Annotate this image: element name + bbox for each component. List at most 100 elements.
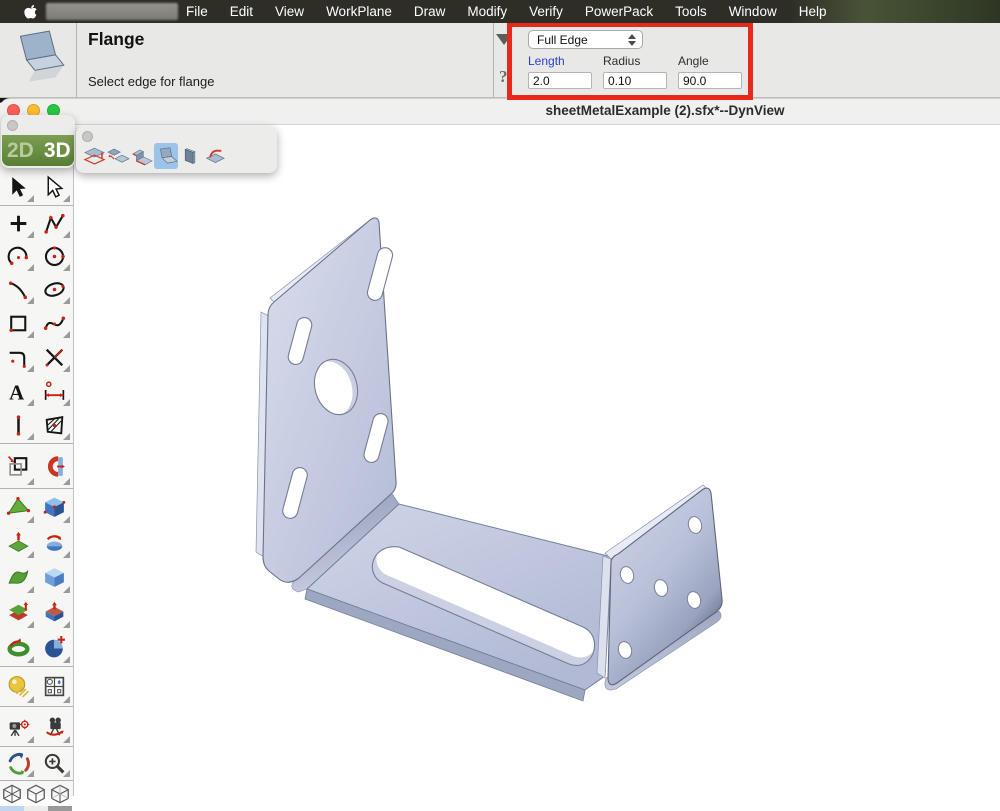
param-input-length[interactable] [528,72,592,89]
surface-icon [6,565,31,590]
sheetmetal-tool-base-tab[interactable] [106,143,130,169]
tool-panes[interactable] [36,668,72,705]
tool-orbit[interactable] [0,748,36,779]
menu-items: File Edit View WorkPlane Draw Modify Verify Pow… [186,0,826,23]
sheetmetal-tool-wall[interactable] [178,143,202,169]
toolbar-row [0,240,73,273]
sm-jog-icon [131,146,154,167]
tool-dimension[interactable] [36,374,72,408]
menu-item-draw[interactable]: Draw [414,4,446,19]
tool-cursor-open[interactable] [36,171,72,204]
toolbar-row [0,408,73,442]
tool-torus[interactable] [0,630,36,665]
toolbar-row [0,525,73,560]
tool-camera[interactable] [0,708,36,745]
tool-wire-cube[interactable] [24,782,48,806]
menu-item-verify[interactable]: Verify [529,4,563,19]
edge-mode-select[interactable]: Full Edge [528,30,643,49]
mode-palette: 2D 3D [1,115,75,168]
tool-polyline[interactable] [36,207,72,240]
tool-wire-mixed[interactable] [48,782,72,806]
toolbar-divider [0,780,73,781]
palette-close-icon[interactable] [7,120,18,131]
tool-header-strip: Flange Select edge for flange ? [0,23,1000,98]
plane-icon [6,495,31,520]
sheetmetal-tool-bend[interactable] [202,143,226,169]
tool-sphere[interactable] [0,668,36,705]
tool-rect[interactable] [0,306,36,340]
sheetmetal-palette [76,126,277,173]
menu-item-workplane[interactable]: WorkPlane [326,4,392,19]
tool-zoom[interactable] [36,748,72,779]
tool-wedge[interactable] [36,595,72,630]
sm-flange-icon [155,146,178,167]
toolbar-row [0,490,73,525]
viewport-canvas[interactable] [0,124,1000,796]
menu-item-window[interactable]: Window [729,4,777,19]
menu-item-powerpack[interactable]: PowerPack [585,4,653,19]
tool-offset[interactable] [0,445,36,487]
curve-icon [6,277,31,302]
mode-2d-button[interactable]: 2D [7,139,34,163]
menu-item-help[interactable]: Help [799,4,827,19]
sheetmetal-tool-flange[interactable] [154,143,178,169]
camera-icon [6,714,31,739]
tool-curve[interactable] [0,273,36,306]
palette-close-icon[interactable] [82,131,93,142]
menu-item-modify[interactable]: Modify [467,4,507,19]
param-label-length: Length [528,54,598,68]
menu-item-view[interactable]: View [275,4,304,19]
menu-item-file[interactable]: File [186,4,208,19]
tool-corner[interactable] [0,340,36,374]
wedge-icon [42,600,67,625]
tool-clipped[interactable] [24,806,48,811]
param-field-length: Length [528,54,598,90]
tool-cube-light[interactable] [36,560,72,595]
tool-ellipse[interactable] [36,273,72,306]
divider [493,23,494,97]
toolbar-row [0,445,73,487]
tool-text[interactable] [0,374,36,408]
tool-circle[interactable] [36,240,72,273]
sm-flat-icon [83,146,106,167]
tool-spline[interactable] [36,306,72,340]
flange-params-highlight: Full Edge LengthRadiusAngle [507,22,753,100]
tool-cube[interactable] [36,490,72,525]
tool-point[interactable] [0,207,36,240]
sheetmetal-tool-jog[interactable] [130,143,154,169]
sm-wall-icon [179,146,202,167]
tool-cross[interactable] [36,340,72,374]
toolbar-row [0,595,73,630]
tool-movie[interactable] [36,708,72,745]
tool-arc[interactable] [0,240,36,273]
sheetmetal-tools [82,143,226,169]
sheetmetal-tool-flat-pattern[interactable] [82,143,106,169]
extrude-icon [6,530,31,555]
toolbar-row [0,207,73,240]
left-toolbar [0,124,74,796]
wire-mixed-icon [49,783,71,805]
tool-cursor-filled[interactable] [0,171,36,204]
tool-hatch[interactable] [36,408,72,442]
tool-pie[interactable] [36,630,72,665]
menu-item-edit[interactable]: Edit [230,4,253,19]
tool-clipped[interactable] [48,806,72,811]
tool-revolve[interactable] [36,525,72,560]
cursor-filled-icon [6,175,31,200]
param-input-radius[interactable] [603,72,667,89]
tool-extrude[interactable] [0,525,36,560]
tool-wire-x[interactable] [0,782,24,806]
tool-surface[interactable] [0,560,36,595]
apple-icon[interactable] [24,4,39,19]
menu-item-tools[interactable]: Tools [675,4,707,19]
tool-clipped[interactable] [0,806,24,811]
offset-icon [6,454,31,479]
hatch-icon [42,413,67,438]
tool-magnet[interactable] [36,445,72,487]
tool-stack[interactable] [0,595,36,630]
param-input-angle[interactable] [678,72,742,89]
wire-x-icon [1,783,23,805]
mode-3d-button[interactable]: 3D [44,139,71,163]
tool-segment[interactable] [0,408,36,442]
tool-plane[interactable] [0,490,36,525]
